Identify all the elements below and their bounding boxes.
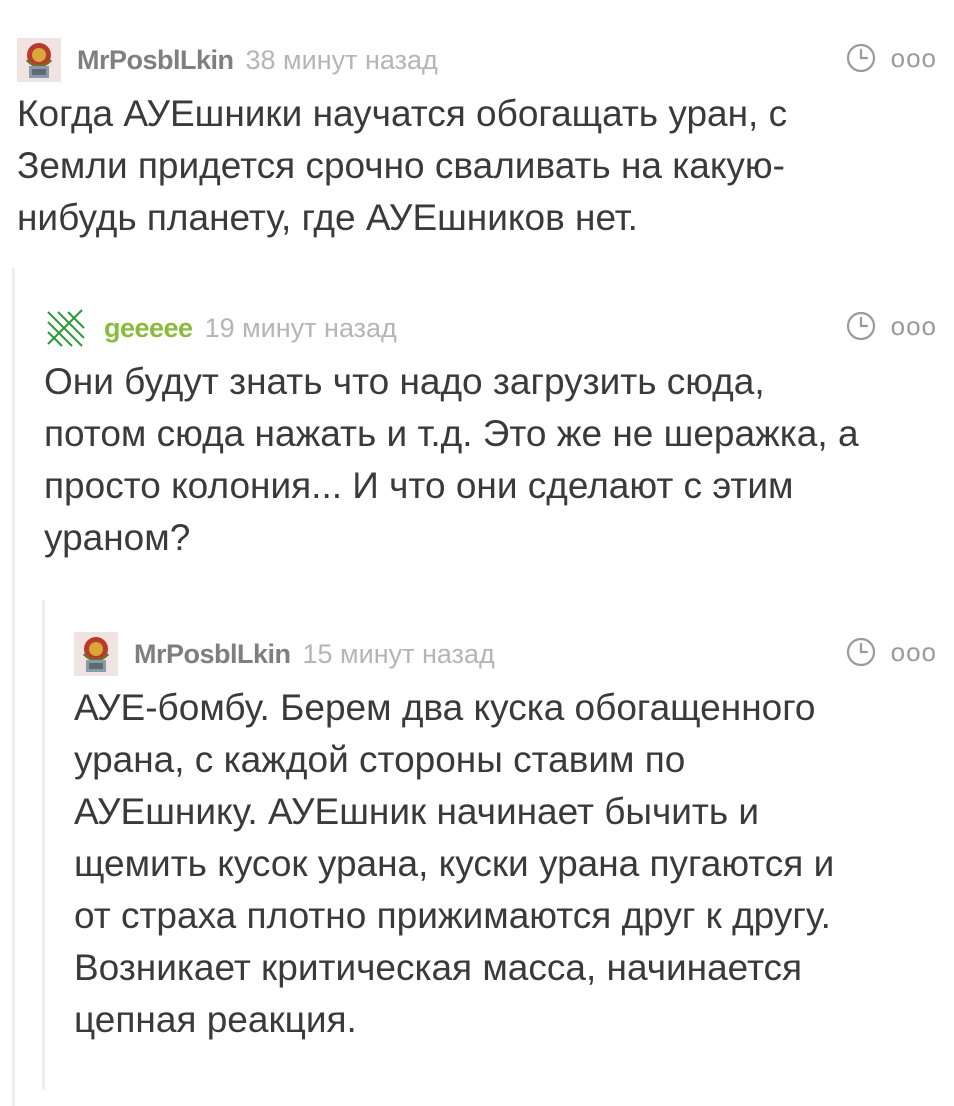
- clock-icon[interactable]: [845, 636, 877, 668]
- clock-icon[interactable]: [845, 310, 877, 342]
- comment-actions: ooo: [845, 310, 937, 342]
- clock-icon[interactable]: [845, 42, 877, 74]
- comment-text: АУЕ-бомбу. Берем два куска обогащенного …: [74, 687, 835, 1040]
- more-options-icon[interactable]: ooo: [891, 45, 937, 71]
- comment-time: 38 минут назад: [245, 44, 438, 75]
- comment-author[interactable]: MrPosblLkin: [77, 45, 234, 76]
- comment-3: MrPosblLkin 15 минут назад ooo АУЕ-бомбу…: [74, 632, 937, 1046]
- emblem-avatar-icon[interactable]: [74, 632, 118, 676]
- comment-2: geeeee 19 минут назад ooo Они будут знат…: [44, 306, 937, 564]
- comment-actions: ooo: [845, 636, 937, 668]
- comment-author[interactable]: MrPosblLkin: [134, 639, 291, 670]
- comment-text: Когда АУЕшники научатся обогащать уран, …: [17, 93, 788, 238]
- green-stripes-avatar-icon[interactable]: [44, 306, 88, 350]
- comment-author[interactable]: geeeee: [104, 313, 193, 344]
- comment-time: 19 минут назад: [204, 312, 397, 343]
- thread-line-level-1: [12, 268, 15, 1106]
- thread-line-level-2: [42, 600, 45, 1090]
- comment-text: Они будут знать что надо загрузить сюда,…: [44, 361, 859, 558]
- more-options-icon[interactable]: ooo: [891, 313, 937, 339]
- comment-actions: ooo: [845, 42, 937, 74]
- comment-header: MrPosblLkin 15 минут назад ooo: [74, 632, 937, 676]
- comment-header: MrPosblLkin 38 минут назад ooo: [17, 38, 937, 82]
- comment-1: MrPosblLkin 38 минут назад ooo Когда АУЕ…: [17, 38, 937, 244]
- emblem-avatar-icon[interactable]: [17, 38, 61, 82]
- comment-time: 15 минут назад: [302, 638, 495, 669]
- comment-header: geeeee 19 минут назад ooo: [44, 306, 937, 350]
- more-options-icon[interactable]: ooo: [891, 639, 937, 665]
